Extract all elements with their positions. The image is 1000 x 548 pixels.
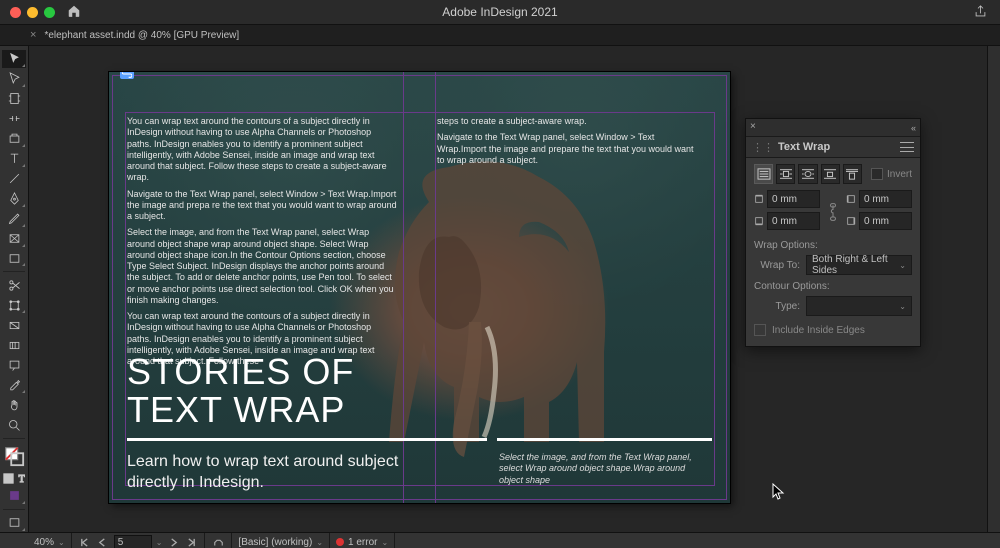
zoom-window-button[interactable] [44, 7, 55, 18]
prev-page-button[interactable] [96, 535, 110, 548]
rectangle-frame-tool[interactable] [2, 230, 26, 248]
link-offsets-toggle[interactable] [826, 203, 840, 221]
hand-tool[interactable] [2, 396, 26, 414]
wrap-none-button[interactable] [754, 164, 773, 184]
wrap-jump-object-button[interactable] [821, 164, 840, 184]
zoom-tool[interactable] [2, 416, 26, 434]
wrap-bounding-box-button[interactable] [776, 164, 795, 184]
chevron-down-icon[interactable]: ⌄ [58, 538, 65, 547]
chevron-down-icon: ⌄ [899, 302, 906, 311]
last-page-button[interactable] [184, 535, 198, 548]
panel-header[interactable]: × « [746, 119, 920, 137]
wrap-jump-column-button[interactable] [843, 164, 862, 184]
rule-2 [497, 438, 712, 441]
chevron-down-icon[interactable]: ⌄ [381, 538, 388, 547]
title-bar: Adobe InDesign 2021 [0, 0, 1000, 24]
wrap-to-dropdown[interactable]: Both Right & Left Sides⌄ [806, 255, 912, 275]
apply-color-button[interactable] [2, 487, 26, 505]
direct-selection-tool[interactable] [2, 70, 26, 88]
eyedropper-tool[interactable] [2, 376, 26, 394]
free-transform-tool[interactable] [2, 296, 26, 314]
app-title: Adobe InDesign 2021 [0, 5, 1000, 19]
panel-close-icon[interactable]: × [750, 121, 756, 132]
pencil-tool[interactable] [2, 210, 26, 228]
close-window-button[interactable] [10, 7, 21, 18]
wrap-options-label: Wrap Options: [754, 240, 912, 251]
preflight-profile[interactable]: [Basic] (working) [238, 537, 312, 548]
scissors-tool[interactable] [2, 276, 26, 294]
text-wrap-panel: × « ⋮⋮ Text Wrap [745, 118, 921, 347]
formatting-container-toggle[interactable]: T [2, 471, 26, 485]
offset-bottom-icon [754, 216, 764, 226]
offset-right-field[interactable]: 0 mm [859, 212, 912, 230]
document-page[interactable]: You can wrap text around the contours of… [109, 72, 730, 503]
svg-text:T: T [19, 474, 25, 484]
offset-top-icon [754, 194, 764, 204]
offset-bottom-field[interactable]: 0 mm [767, 212, 820, 230]
first-page-button[interactable] [78, 535, 92, 548]
chevron-down-icon[interactable]: ⌄ [316, 538, 323, 547]
wrap-to-label: Wrap To: [754, 260, 800, 271]
panel-menu-icon[interactable] [900, 142, 914, 152]
subheadline: Learn how to wrap text around subject di… [127, 452, 417, 494]
headline-line1: STORIES OF [127, 353, 354, 391]
note-tool[interactable] [2, 356, 26, 374]
pen-tool[interactable] [2, 190, 26, 208]
invert-label: Invert [887, 169, 912, 180]
type-tool[interactable] [2, 150, 26, 168]
headline-line2: TEXT WRAP [127, 391, 345, 429]
offset-top-field[interactable]: 0 mm [767, 190, 820, 208]
chevron-down-icon[interactable]: ⌄ [156, 538, 163, 547]
offset-right-icon [846, 216, 856, 226]
minimize-window-button[interactable] [27, 7, 38, 18]
gap-tool[interactable] [2, 110, 26, 128]
offset-left-icon [846, 194, 856, 204]
contour-type-dropdown[interactable]: ⌄ [806, 296, 912, 316]
link-badge-icon [120, 72, 134, 79]
content-collector-tool[interactable] [2, 130, 26, 148]
page-number-field[interactable]: 5 [114, 535, 152, 548]
contour-options-label: Contour Options: [754, 281, 912, 292]
window-controls [0, 7, 55, 18]
next-page-button[interactable] [166, 535, 180, 548]
wrap-object-shape-button[interactable] [798, 164, 817, 184]
document-tab-bar: × *elephant asset.indd @ 40% [GPU Previe… [0, 24, 1000, 46]
rule-1 [127, 438, 487, 441]
include-inside-edges-label: Include Inside Edges [772, 325, 865, 336]
panel-collapse-icon[interactable]: « [911, 123, 916, 133]
include-inside-edges-checkbox[interactable] [754, 324, 766, 336]
gradient-swatch-tool[interactable] [2, 316, 26, 334]
share-icon[interactable] [973, 4, 988, 22]
open-bridge-button[interactable] [211, 535, 225, 548]
panel-title: Text Wrap [778, 141, 830, 153]
status-bar: 40% ⌄ 5 ⌄ [Basic] (working) ⌄ 1 error ⌄ [0, 532, 1000, 548]
body-text-left: You can wrap text around the contours of… [127, 116, 397, 372]
page-tool[interactable] [2, 90, 26, 108]
body-text-right: steps to create a subject-aware wrap. Na… [437, 116, 697, 171]
zoom-level[interactable]: 40% [34, 537, 54, 548]
rectangle-tool[interactable] [2, 250, 26, 268]
close-tab-button[interactable]: × [30, 29, 36, 41]
contour-type-label: Type: [754, 301, 800, 312]
canvas[interactable]: You can wrap text around the contours of… [29, 46, 987, 532]
caption-text: Select the image, and from the Text Wrap… [499, 452, 704, 486]
fill-stroke-swatch[interactable] [2, 443, 26, 469]
error-count[interactable]: 1 error [348, 537, 377, 548]
grip-icon: ⋮⋮ [752, 141, 774, 154]
home-icon[interactable] [55, 4, 81, 21]
document-tab[interactable]: *elephant asset.indd @ 40% [GPU Preview] [44, 30, 239, 41]
screen-mode-button[interactable] [2, 514, 26, 532]
right-panel-rail[interactable] [987, 46, 1000, 532]
gradient-feather-tool[interactable] [2, 336, 26, 354]
invert-checkbox[interactable] [871, 168, 883, 180]
error-indicator-icon [336, 538, 344, 546]
line-tool[interactable] [2, 170, 26, 188]
offset-left-field[interactable]: 0 mm [859, 190, 912, 208]
selection-tool[interactable] [2, 50, 26, 68]
tools-panel: T [0, 46, 29, 532]
chevron-down-icon: ⌄ [899, 261, 906, 270]
mouse-cursor [772, 483, 786, 504]
